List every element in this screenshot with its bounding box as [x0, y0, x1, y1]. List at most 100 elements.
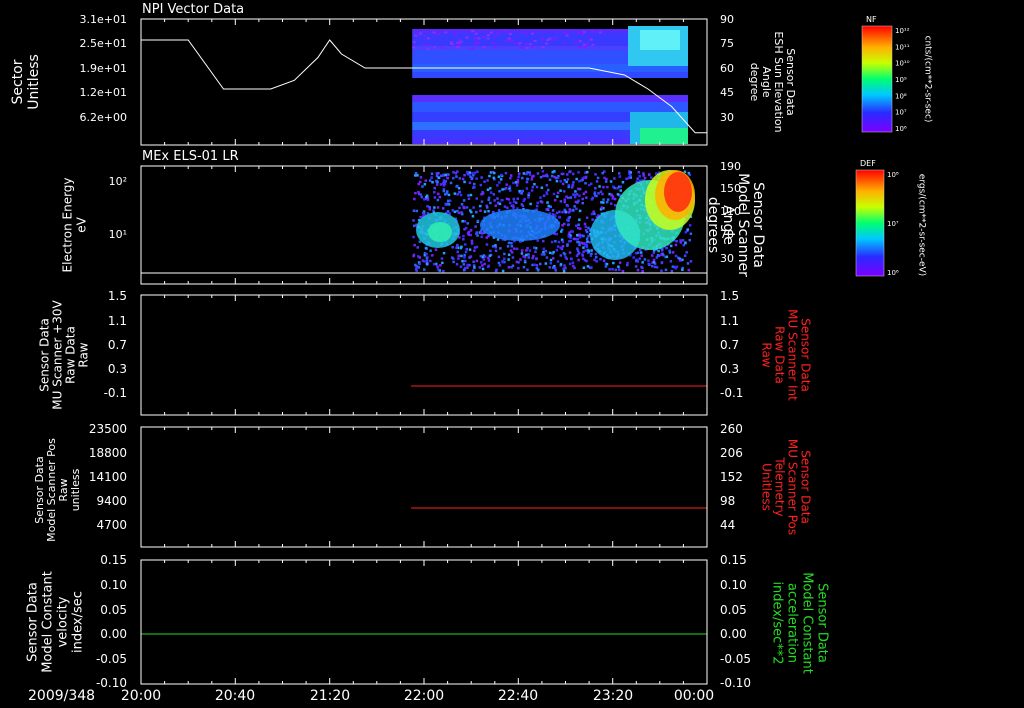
els-cell [446, 202, 450, 205]
npi-cell [486, 37, 490, 40]
els-cell [544, 249, 548, 253]
npi-y2-ticks: 90 75 60 45 30 [720, 13, 734, 124]
els-cell [475, 177, 478, 180]
npi-ytick: 6.2e+00 [80, 111, 127, 124]
colorbar-nf-title: NF [866, 15, 877, 24]
els-cell [656, 254, 660, 257]
panel3-y2tick: 1.5 [720, 289, 739, 303]
els-cell [457, 254, 460, 257]
npi-cell [489, 31, 493, 34]
colorbar-tick: 10⁸ [895, 92, 907, 100]
els-ylabel-line: eV [75, 216, 89, 232]
els-cell [618, 175, 622, 178]
els-cell [563, 264, 566, 267]
els-cell [573, 205, 576, 208]
els-cell [462, 268, 466, 272]
els-cell [528, 173, 532, 176]
npi-cell [471, 30, 475, 33]
els-cell [444, 173, 447, 177]
npi-cell [426, 43, 430, 46]
els-cell [433, 206, 436, 209]
els-cell [585, 237, 589, 240]
els-cell [577, 241, 581, 244]
npi-ytick: 2.5e+01 [80, 37, 127, 50]
els-cell [513, 247, 516, 250]
els-cell [485, 236, 488, 239]
els-cell [481, 232, 484, 235]
npi-cell [514, 42, 518, 45]
els-cell [564, 266, 567, 270]
npi-cell [581, 33, 585, 36]
panel5-y-ticks: 0.15 0.10 0.05 0.00 -0.05 -0.10 [96, 553, 127, 690]
els-cell [501, 188, 504, 191]
panel3-y2label-line: Sensor Data [799, 318, 813, 392]
els-cell [512, 181, 515, 185]
els-cell [556, 195, 559, 198]
els-cell [669, 260, 673, 263]
els-cell [475, 259, 479, 263]
els-cell [556, 260, 560, 263]
panel4-y-ticks: 23500 18800 14100 9400 4700 [89, 422, 127, 532]
els-cell [501, 199, 504, 202]
els-cell [664, 268, 668, 272]
els-cell [447, 173, 450, 176]
els-cell [480, 176, 483, 179]
els-cell [556, 245, 560, 248]
els-cell [503, 205, 507, 208]
els-blob [664, 172, 692, 212]
els-cell [554, 240, 557, 243]
els-cell [571, 172, 575, 176]
els-cell [414, 172, 418, 175]
els-cell [590, 249, 593, 252]
els-cell [499, 173, 503, 177]
els-cell [506, 206, 509, 209]
els-cell [563, 179, 566, 182]
els-cell [456, 184, 459, 188]
time-tick-label: 20:00 [121, 688, 161, 704]
npi-cell [474, 32, 478, 35]
els-cell [670, 269, 674, 273]
npi-cell [426, 37, 430, 40]
els-cell [435, 183, 439, 186]
els-cell [543, 253, 546, 256]
els-cell [536, 172, 540, 175]
els-cell [594, 173, 597, 176]
els-cell [571, 261, 575, 265]
els-cell [575, 207, 578, 211]
els-cell [487, 196, 491, 199]
els-cell [689, 232, 693, 235]
panel4-ytick: 23500 [89, 422, 127, 436]
els-cell [540, 186, 544, 189]
els-cell [481, 264, 484, 267]
npi-cell [454, 33, 457, 36]
panel4-y2label-line: Unitless [760, 463, 774, 511]
els-cell [590, 252, 593, 256]
els-cell [650, 176, 653, 179]
colorbar-tick: 10⁸ [887, 171, 899, 179]
els-cell [641, 266, 644, 270]
els-cell [447, 199, 450, 203]
els-cell [419, 193, 423, 196]
els-cell [507, 253, 511, 256]
npi-band [412, 95, 688, 102]
els-cell [423, 198, 426, 201]
els-cell [425, 253, 428, 256]
els-cell [439, 264, 442, 267]
els-cell [482, 258, 486, 261]
els-cell [541, 170, 545, 173]
els-cell [494, 204, 497, 207]
els-cell [626, 261, 629, 265]
els-cell [606, 198, 610, 201]
els-cell [559, 189, 562, 192]
els-cell [489, 191, 493, 194]
els-cell [655, 266, 659, 269]
els-cell [563, 198, 566, 201]
els-cell [525, 253, 528, 257]
els-cell [464, 259, 467, 263]
els-cell [455, 263, 459, 266]
els-cell [469, 229, 473, 232]
colorbar-tick: 10¹⁰ [895, 60, 910, 68]
els-cell [432, 263, 436, 266]
panel4-y2label-line: Sensor Data [799, 450, 813, 524]
els-cell [594, 252, 598, 256]
